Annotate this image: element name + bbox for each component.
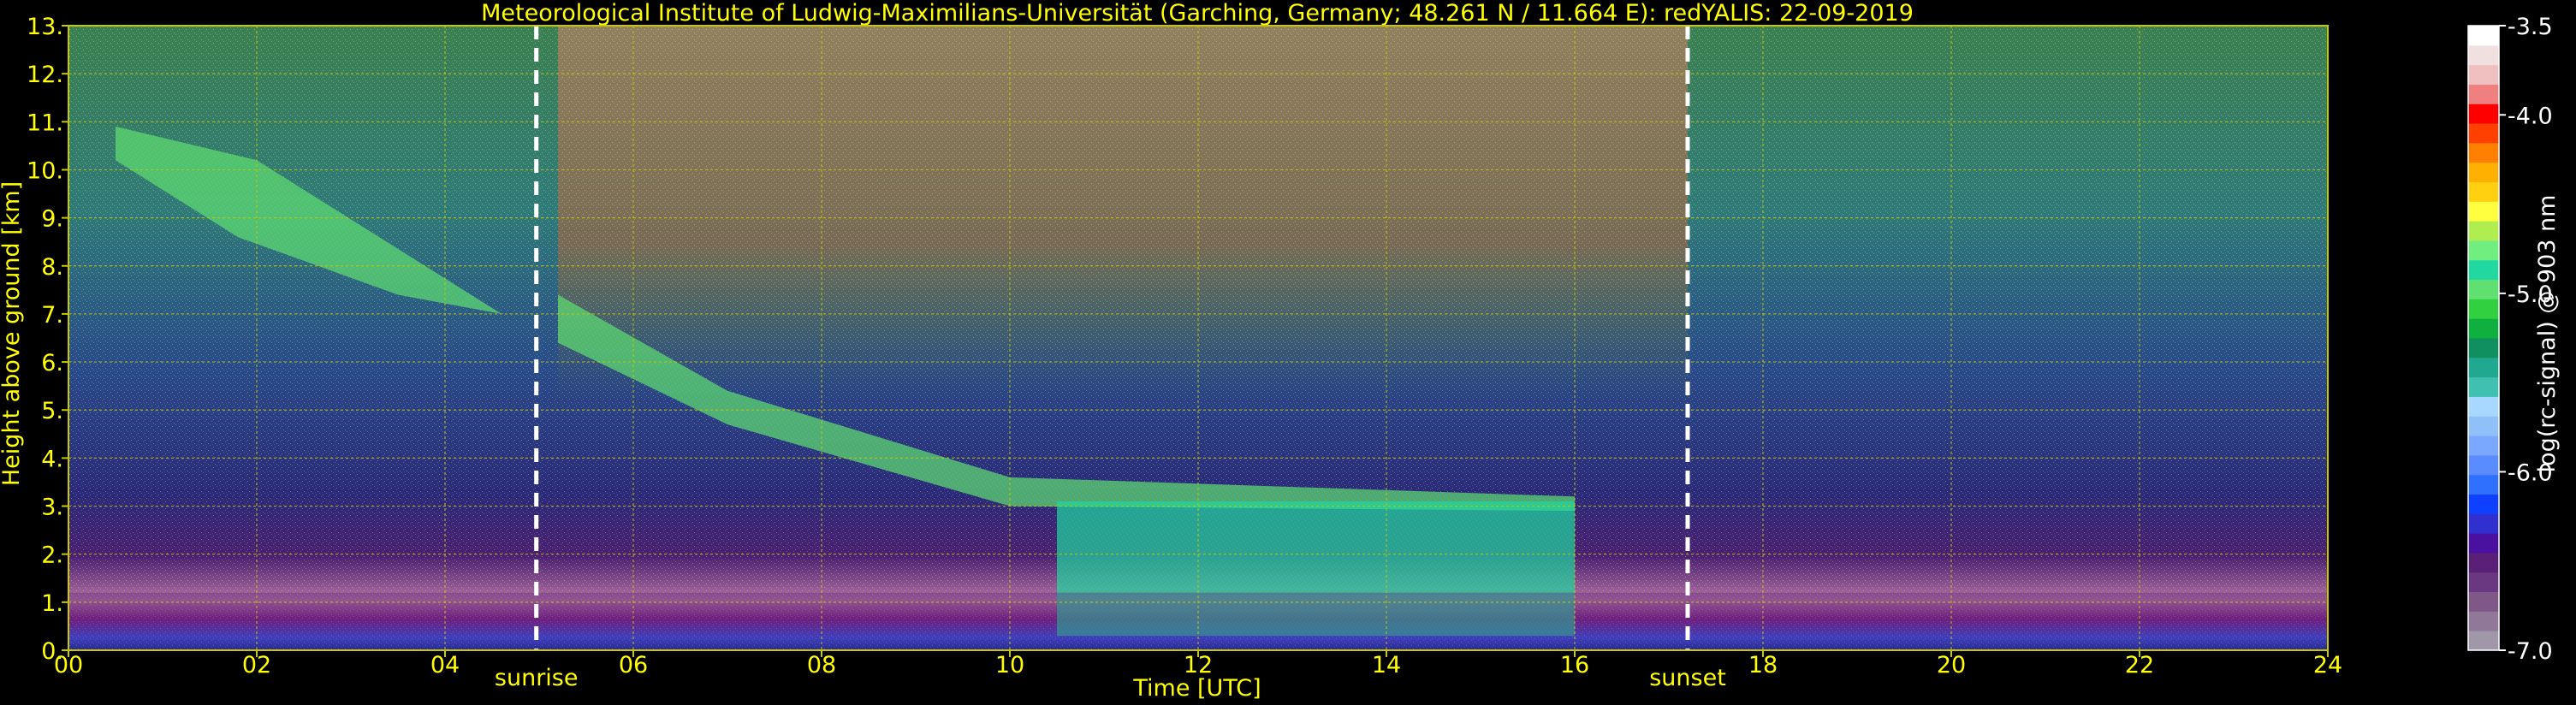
colorbar-swatch bbox=[2468, 416, 2499, 436]
y-tick-label: 10. bbox=[27, 157, 63, 184]
colorbar-swatch bbox=[2468, 357, 2499, 378]
colorbar-tick-label: -4.0 bbox=[2508, 103, 2553, 129]
sunrise-label: sunrise bbox=[495, 665, 579, 691]
colorbar-swatch bbox=[2468, 221, 2499, 241]
colorbar-swatch bbox=[2468, 494, 2499, 514]
y-tick-label: 6. bbox=[41, 350, 63, 376]
y-tick-label: 12. bbox=[27, 62, 63, 88]
colorbar-swatch bbox=[2468, 259, 2499, 281]
colorbar-tick-label: -3.5 bbox=[2508, 14, 2553, 40]
colorbar-label: log(rc-signal) @ 903 nm bbox=[2534, 195, 2561, 473]
colorbar-swatch bbox=[2468, 123, 2499, 144]
y-axis-ticks: 0. 1. 2. 3. 4. 5. 6. 7. 8. 9. 10. 11. 12. 13. bbox=[27, 14, 68, 665]
y-tick-label: 3. bbox=[41, 495, 63, 521]
chart-title: Meteorological Institute of Ludwig-Maxim… bbox=[481, 0, 1914, 27]
y-tick-label: 9. bbox=[41, 206, 63, 233]
lidar-chart: Meteorological Institute of Ludwig-Maxim… bbox=[0, 0, 2561, 702]
colorbar-swatch bbox=[2468, 162, 2499, 182]
colorbar-swatch bbox=[2468, 64, 2499, 85]
colorbar-tick-label: -7.0 bbox=[2508, 638, 2553, 665]
x-tick-label: 24 bbox=[2313, 652, 2342, 678]
colorbar-swatch bbox=[2468, 44, 2499, 66]
colorbar-swatch bbox=[2468, 318, 2499, 339]
x-tick-label: 04 bbox=[430, 652, 460, 678]
x-tick-label: 06 bbox=[619, 652, 648, 678]
colorbar-swatch bbox=[2468, 611, 2499, 631]
x-tick-label: 08 bbox=[807, 652, 836, 678]
colorbar-swatch bbox=[2468, 299, 2499, 319]
colorbar-swatch bbox=[2468, 572, 2499, 593]
y-tick-label: 4. bbox=[41, 446, 63, 472]
colorbar-swatch bbox=[2468, 474, 2499, 495]
y-tick-label: 0. bbox=[41, 638, 63, 665]
y-tick-label: 5. bbox=[41, 398, 63, 424]
colorbar-swatch bbox=[2468, 279, 2499, 299]
y-tick-label: 13. bbox=[27, 14, 63, 40]
colorbar-swatch bbox=[2468, 435, 2499, 456]
x-tick-label: 02 bbox=[242, 652, 271, 678]
colorbar-swatch bbox=[2468, 533, 2499, 554]
x-tick-label: 10 bbox=[995, 652, 1024, 678]
colorbar-swatch bbox=[2468, 396, 2499, 417]
x-tick-label: 18 bbox=[1748, 652, 1778, 678]
y-tick-label: 8. bbox=[41, 254, 63, 281]
colorbar-swatch bbox=[2468, 26, 2499, 46]
colorbar bbox=[2467, 25, 2500, 651]
y-tick-label: 7. bbox=[41, 302, 63, 329]
y-axis-label: Height above ground [km] bbox=[0, 181, 25, 486]
colorbar-swatch bbox=[2468, 142, 2499, 163]
colorbar-swatch bbox=[2468, 454, 2499, 476]
y-tick-label: 2. bbox=[41, 542, 63, 569]
colorbar-swatch bbox=[2468, 338, 2499, 358]
colorbar-swatch bbox=[2468, 631, 2499, 651]
x-tick-label: 14 bbox=[1372, 652, 1401, 678]
colorbar-swatch bbox=[2468, 591, 2499, 612]
colorbar-swatch bbox=[2468, 513, 2499, 534]
sunset-label: sunset bbox=[1649, 665, 1726, 691]
x-tick-label: 16 bbox=[1560, 652, 1589, 678]
colorbar-swatch bbox=[2468, 201, 2499, 222]
colorbar-swatch bbox=[2468, 552, 2499, 573]
colorbar-swatch bbox=[2468, 376, 2499, 397]
x-tick-label: 22 bbox=[2125, 652, 2154, 678]
x-tick-label: 20 bbox=[1937, 652, 1966, 678]
colorbar-swatch bbox=[2468, 181, 2499, 202]
colorbar-swatch bbox=[2468, 104, 2499, 124]
colorbar-swatch bbox=[2468, 240, 2499, 261]
plot-area: sunrise sunset bbox=[68, 25, 2329, 691]
y-tick-label: 11. bbox=[27, 110, 63, 136]
y-tick-label: 1. bbox=[41, 590, 63, 617]
colorbar-swatch bbox=[2468, 84, 2499, 104]
x-axis-label: Time [UTC] bbox=[1132, 675, 1261, 702]
